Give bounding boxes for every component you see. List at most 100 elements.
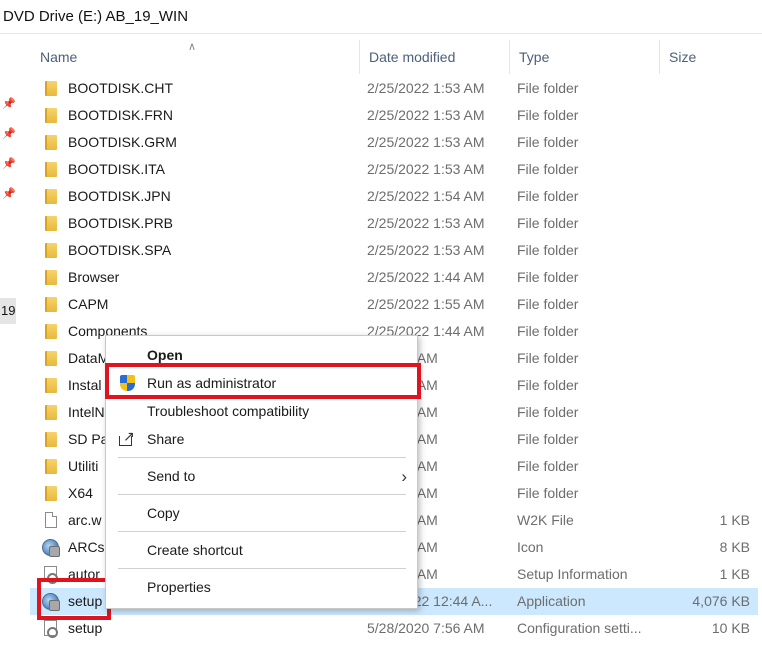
file-date-modified: 2/25/2022 1:53 AM — [367, 80, 485, 96]
window-title-bar: DVD Drive (E:) AB_19_WIN — [0, 0, 762, 34]
file-name: BOOTDISK.ITA — [68, 161, 165, 177]
highlight-box-setup — [37, 578, 111, 620]
folder-icon — [42, 161, 60, 178]
file-type: File folder — [517, 377, 579, 393]
file-size — [660, 183, 750, 210]
column-header-size[interactable]: Size — [660, 40, 758, 74]
folder-icon — [42, 404, 60, 421]
file-icon — [42, 512, 60, 529]
file-type: File folder — [517, 404, 579, 420]
window-title: DVD Drive (E:) AB_19_WIN — [3, 8, 189, 25]
file-type: Application — [517, 593, 586, 609]
file-type: File folder — [517, 161, 579, 177]
file-type: Icon — [517, 539, 544, 555]
file-size: 8 KB — [719, 539, 750, 555]
folder-icon — [42, 215, 60, 232]
file-name: Browser — [68, 269, 120, 285]
file-name: CAPM — [68, 296, 109, 312]
menu-item-troubleshoot-compatibility[interactable]: Troubleshoot compatibility — [106, 398, 417, 425]
folder-icon — [42, 485, 60, 502]
file-type: File folder — [517, 107, 579, 123]
file-type: File folder — [517, 296, 579, 312]
folder-icon — [42, 188, 60, 205]
file-size — [660, 102, 750, 129]
file-size — [660, 318, 750, 345]
menu-item-send-to[interactable]: Send to › — [106, 463, 417, 490]
file-size — [660, 129, 750, 156]
file-row[interactable]: setup 5/28/2020 7:56 AM Configuration sett… — [30, 615, 758, 642]
file-row[interactable]: BOOTDISK.JPN 2/25/2022 1:54 AM File folder — [30, 183, 758, 210]
file-size: 10 KB — [711, 620, 750, 636]
file-size: 1 KB — [719, 512, 750, 528]
pin-icon[interactable]: 📌 — [2, 128, 16, 140]
folder-icon — [42, 80, 60, 97]
folder-icon — [42, 431, 60, 448]
file-date-modified: 2/25/2022 1:53 AM — [367, 107, 485, 123]
folder-icon — [42, 107, 60, 124]
file-type: Configuration setti... — [517, 620, 642, 636]
pin-icon[interactable]: 📌 — [2, 98, 16, 110]
pin-icon[interactable]: 📌 — [2, 188, 16, 200]
file-name: BOOTDISK.SPA — [68, 242, 172, 258]
file-type: File folder — [517, 242, 579, 258]
file-size — [660, 237, 750, 264]
file-date-modified: 2/25/2022 1:53 AM — [367, 161, 485, 177]
file-size — [660, 372, 750, 399]
app-icon — [42, 539, 60, 557]
file-type: File folder — [517, 134, 579, 150]
file-date-modified: 2/25/2022 1:44 AM — [367, 269, 485, 285]
pin-icon[interactable]: 📌 — [2, 158, 16, 170]
menu-item-create-shortcut[interactable]: Create shortcut — [106, 537, 417, 564]
file-name: setup — [68, 620, 103, 636]
menu-separator — [118, 568, 406, 569]
file-type: W2K File — [517, 512, 574, 528]
sort-ascending-icon: ∧ — [188, 41, 197, 53]
file-size — [660, 399, 750, 426]
file-date-modified: 2/25/2022 1:53 AM — [367, 215, 485, 231]
file-type: Setup Information — [517, 566, 628, 582]
file-size — [660, 210, 750, 237]
menu-separator — [118, 457, 406, 458]
folder-icon — [42, 296, 60, 313]
file-size — [660, 75, 750, 102]
quick-access-item[interactable]: 19 — [0, 298, 16, 324]
file-row[interactable]: CAPM 2/25/2022 1:55 AM File folder — [30, 291, 758, 318]
file-size — [660, 426, 750, 453]
file-type: File folder — [517, 458, 579, 474]
file-date-modified: 2/25/2022 1:53 AM — [367, 242, 485, 258]
file-type: File folder — [517, 431, 579, 447]
folder-icon — [42, 242, 60, 259]
folder-icon — [42, 458, 60, 475]
share-icon: ↗ — [119, 429, 136, 448]
file-size — [660, 156, 750, 183]
menu-item-copy[interactable]: Copy — [106, 500, 417, 527]
folder-icon — [42, 323, 60, 340]
gear-file-icon — [42, 620, 60, 638]
file-date-modified: 2/25/2022 1:53 AM — [367, 134, 485, 150]
folder-icon — [42, 350, 60, 367]
file-row[interactable]: BOOTDISK.FRN 2/25/2022 1:53 AM File folder — [30, 102, 758, 129]
file-row[interactable]: BOOTDISK.SPA 2/25/2022 1:53 AM File folder — [30, 237, 758, 264]
column-header-type[interactable]: Type — [510, 40, 660, 74]
file-row[interactable]: BOOTDISK.CHT 2/25/2022 1:53 AM File folder — [30, 75, 758, 102]
menu-item-properties[interactable]: Properties — [106, 574, 417, 601]
file-size — [660, 291, 750, 318]
file-name: BOOTDISK.JPN — [68, 188, 171, 204]
chevron-right-icon: › — [401, 467, 407, 486]
menu-separator — [118, 531, 406, 532]
file-date-modified: 2/25/2022 1:54 AM — [367, 188, 485, 204]
menu-item-share[interactable]: ↗ Share — [106, 426, 417, 453]
column-header-date[interactable]: Date modified — [360, 40, 510, 74]
file-row[interactable]: BOOTDISK.PRB 2/25/2022 1:53 AM File folder — [30, 210, 758, 237]
file-size — [660, 480, 750, 507]
file-name: BOOTDISK.GRM — [68, 134, 177, 150]
column-header-name[interactable]: ∧ Name — [30, 40, 360, 74]
file-row[interactable]: Browser 2/25/2022 1:44 AM File folder — [30, 264, 758, 291]
file-size: 4,076 KB — [692, 593, 750, 609]
column-header-row: ∧ Name Date modified Type Size — [30, 40, 758, 74]
file-size — [660, 453, 750, 480]
file-row[interactable]: BOOTDISK.GRM 2/25/2022 1:53 AM File folder — [30, 129, 758, 156]
file-name: BOOTDISK.PRB — [68, 215, 174, 231]
file-row[interactable]: BOOTDISK.ITA 2/25/2022 1:53 AM File folder — [30, 156, 758, 183]
file-type: File folder — [517, 269, 579, 285]
